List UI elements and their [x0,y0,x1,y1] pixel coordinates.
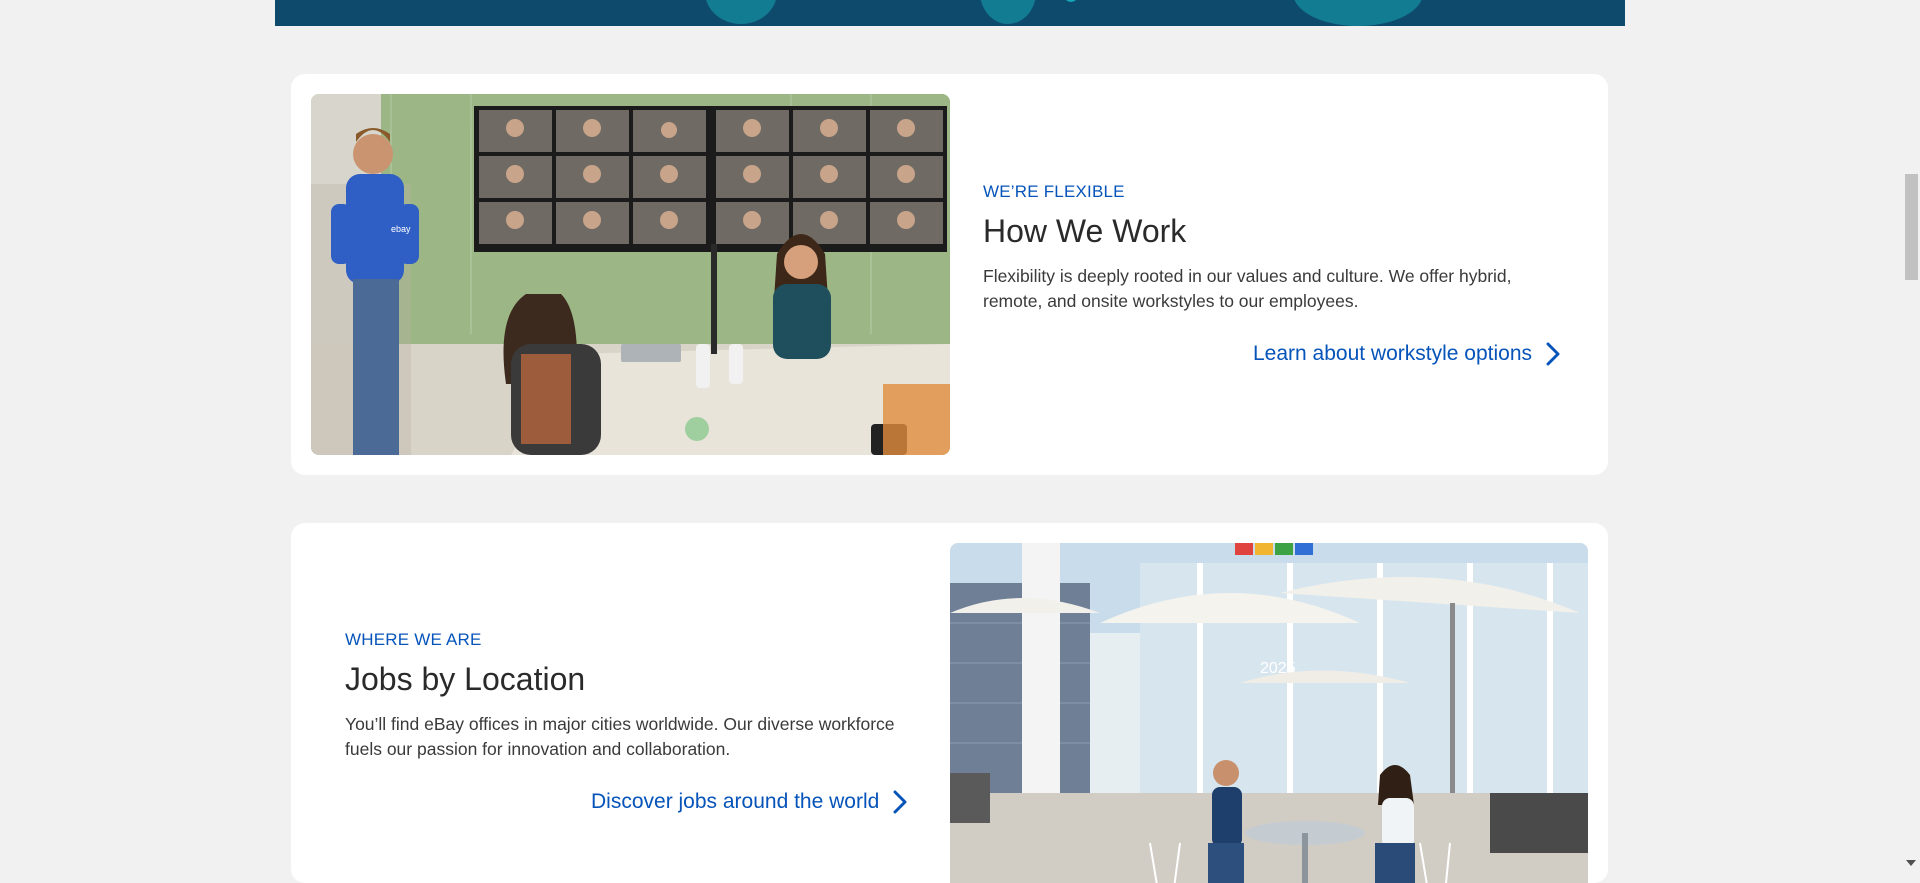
cta-label: Discover jobs around the world [591,790,880,813]
page-scrollbar[interactable] [1903,0,1920,869]
section-eyebrow: WE’RE FLEXIBLE [983,182,1125,201]
banner-decoration [1065,0,1077,2]
workstyle-options-link[interactable]: Learn about workstyle options [1253,342,1560,366]
jobs-by-location-text: WHERE WE ARE Jobs by Location You’ll fin… [345,630,925,762]
banner-decoration [705,0,777,24]
banner-decoration [980,0,1036,24]
how-we-work-card: ebay WE’RE FLEXIBLE How We Work Flexibil… [291,74,1608,475]
section-heading: How We Work [983,213,1187,249]
cta-label: Learn about workstyle options [1253,342,1532,365]
chevron-right-icon [1546,342,1560,366]
how-we-work-text: WE’RE FLEXIBLE How We Work Flexibility i… [983,182,1563,314]
scrollbar-thumb[interactable] [1905,174,1918,280]
section-description: You’ll find eBay offices in major cities… [345,714,895,759]
top-banner [275,0,1625,26]
scroll-down-arrow-icon[interactable] [1906,860,1916,866]
discover-jobs-link[interactable]: Discover jobs around the world [591,790,907,814]
chevron-right-icon [893,790,907,814]
section-description: Flexibility is deeply rooted in our valu… [983,266,1512,311]
meeting-photo-badge: ebay [391,224,411,234]
meeting-photo: ebay [311,94,950,455]
patio-photo-illustration: 2025 [950,543,1588,883]
patio-photo: 2025 [950,543,1588,883]
section-eyebrow: WHERE WE ARE [345,630,482,649]
meeting-photo-illustration: ebay [311,94,950,455]
jobs-by-location-card: WHERE WE ARE Jobs by Location You’ll fin… [291,523,1608,883]
banner-decoration [1293,0,1423,26]
section-heading: Jobs by Location [345,661,586,697]
